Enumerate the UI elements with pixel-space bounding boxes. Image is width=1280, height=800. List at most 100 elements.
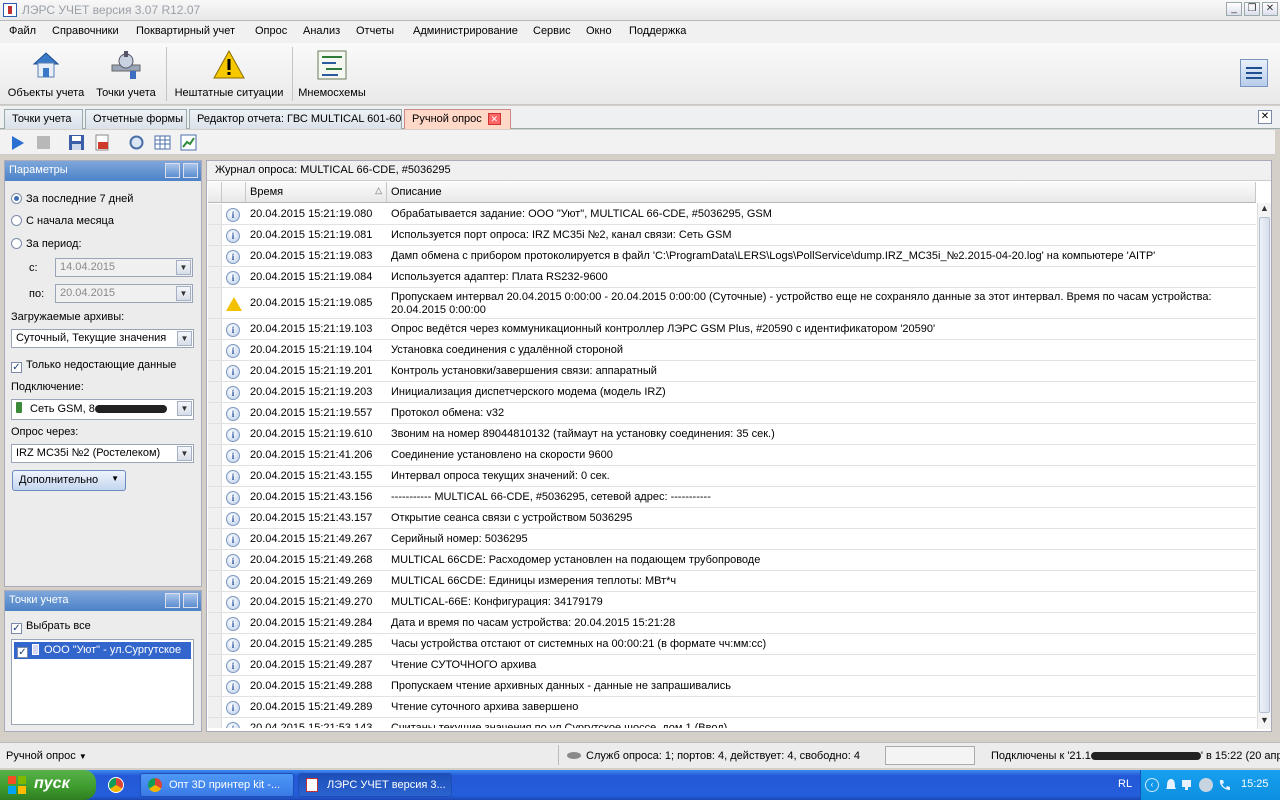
- journal-row[interactable]: i 20.04.2015 15:21:43.155 Интервал опроса …: [208, 466, 1256, 487]
- row-selector[interactable]: [208, 445, 222, 465]
- pin-icon[interactable]: [183, 163, 198, 178]
- export-icon[interactable]: [94, 134, 111, 151]
- journal-row[interactable]: i 20.04.2015 15:21:43.157 Открытие сеанса …: [208, 508, 1256, 529]
- tab-manual-poll[interactable]: Ручной опрос ✕: [404, 109, 511, 129]
- minimize-button[interactable]: _: [1226, 2, 1242, 16]
- row-selector[interactable]: [208, 424, 222, 444]
- language-indicator[interactable]: RL: [1118, 778, 1132, 790]
- journal-row[interactable]: i 20.04.2015 15:21:19.104 Установка соедин…: [208, 340, 1256, 361]
- menu-apartment[interactable]: Поквартирный учет: [136, 25, 235, 37]
- row-selector[interactable]: [208, 340, 222, 360]
- task-browser[interactable]: Опт 3D принтер kit -...: [140, 773, 294, 797]
- row-selector[interactable]: [208, 403, 222, 423]
- journal-row[interactable]: i 20.04.2015 15:21:19.557 Протокол обмена:…: [208, 403, 1256, 424]
- row-selector[interactable]: [208, 319, 222, 339]
- task-lers[interactable]: ЛЭРС УЧЕТ версия 3...: [298, 773, 452, 797]
- layout-menu-button[interactable]: [1240, 59, 1268, 87]
- journal-row[interactable]: i 20.04.2015 15:21:43.156 ----------- MULT…: [208, 487, 1256, 508]
- journal-row[interactable]: i 20.04.2015 15:21:49.268 MULTICAL 66CDE: …: [208, 550, 1256, 571]
- row-selector[interactable]: [208, 718, 222, 728]
- shield-icon[interactable]: [1199, 778, 1213, 792]
- row-selector[interactable]: [208, 655, 222, 675]
- journal-row[interactable]: i 20.04.2015 15:21:19.610 Звоним на номер …: [208, 424, 1256, 445]
- row-selector[interactable]: [208, 697, 222, 717]
- row-selector[interactable]: [208, 487, 222, 507]
- missing-only-checkbox[interactable]: ✓ Только недостающие данные: [11, 359, 176, 373]
- row-selector[interactable]: [208, 267, 222, 287]
- row-selector[interactable]: [208, 382, 222, 402]
- close-button[interactable]: ✕: [1262, 2, 1278, 16]
- tab-points[interactable]: Точки учета: [4, 109, 83, 129]
- journal-row[interactable]: i 20.04.2015 15:21:49.270 MULTICAL-66E: Ко…: [208, 592, 1256, 613]
- scroll-up-icon[interactable]: ▲: [1258, 203, 1271, 216]
- list-item[interactable]: ✓ ООО "Уют" - ул.Сургутское: [14, 642, 191, 659]
- journal-row[interactable]: i 20.04.2015 15:21:49.287 Чтение СУТОЧНОГО…: [208, 655, 1256, 676]
- points-button[interactable]: Точки учета: [92, 47, 160, 99]
- menu-references[interactable]: Справочники: [52, 25, 119, 37]
- row-selector[interactable]: [208, 529, 222, 549]
- close-document-icon[interactable]: ✕: [1258, 110, 1272, 124]
- restore-button[interactable]: ❐: [1244, 2, 1260, 16]
- refresh-icon[interactable]: [128, 134, 145, 151]
- start-button[interactable]: пуск: [0, 770, 96, 800]
- journal-row[interactable]: i 20.04.2015 15:21:19.103 Опрос ведётся че…: [208, 319, 1256, 340]
- row-selector[interactable]: [208, 246, 222, 266]
- menu-poll[interactable]: Опрос: [255, 25, 287, 37]
- pin-icon[interactable]: [183, 593, 198, 608]
- journal-row[interactable]: i 20.04.2015 15:21:49.288 Пропускаем чтени…: [208, 676, 1256, 697]
- menu-window[interactable]: Окно: [586, 25, 612, 37]
- scroll-down-icon[interactable]: ▼: [1258, 715, 1271, 728]
- menu-analysis[interactable]: Анализ: [303, 25, 340, 37]
- via-select[interactable]: IRZ MC35i №2 (Ростелеком) ▼: [11, 444, 194, 463]
- row-selector[interactable]: [208, 613, 222, 633]
- network-icon[interactable]: [1181, 778, 1195, 792]
- row-selector[interactable]: [208, 592, 222, 612]
- row-selector[interactable]: [208, 225, 222, 245]
- journal-row[interactable]: i 20.04.2015 15:21:41.206 Соединение устан…: [208, 445, 1256, 466]
- more-button[interactable]: Дополнительно ▼: [12, 470, 126, 491]
- to-date-input[interactable]: 20.04.2015 ▼: [55, 284, 193, 303]
- panel-maximize-icon[interactable]: [165, 163, 180, 178]
- row-selector[interactable]: [208, 466, 222, 486]
- row-selector[interactable]: [208, 361, 222, 381]
- select-all-checkbox[interactable]: ✓ Выбрать все: [11, 620, 91, 634]
- chart-icon[interactable]: [180, 134, 197, 151]
- row-selector[interactable]: [208, 634, 222, 654]
- row-selector[interactable]: [208, 676, 222, 696]
- bell-icon[interactable]: [1165, 778, 1177, 792]
- journal-row[interactable]: i 20.04.2015 15:21:19.201 Контроль установ…: [208, 361, 1256, 382]
- chrome-icon[interactable]: [108, 777, 124, 793]
- row-selector[interactable]: [208, 204, 222, 224]
- schemes-button[interactable]: Мнемосхемы: [296, 47, 368, 99]
- play-icon[interactable]: [9, 134, 26, 151]
- stop-icon[interactable]: [35, 134, 52, 151]
- journal-row[interactable]: i 20.04.2015 15:21:53.143 Считаны текущие …: [208, 718, 1256, 728]
- menu-reports[interactable]: Отчеты: [356, 25, 394, 37]
- tab-report-forms[interactable]: Отчетные формы: [85, 109, 187, 129]
- mode-dropdown[interactable]: Ручной опрос ▼: [6, 750, 87, 762]
- archives-select[interactable]: Суточный, Текущие значения ▼: [11, 329, 194, 348]
- row-selector[interactable]: [208, 571, 222, 591]
- journal-row[interactable]: i 20.04.2015 15:21:19.203 Инициализация ди…: [208, 382, 1256, 403]
- radio-month[interactable]: С начала месяца: [11, 215, 114, 227]
- tab-report-editor[interactable]: Редактор отчета: ГВС MULTICAL 601-60: [189, 109, 402, 129]
- phone-icon[interactable]: [1217, 778, 1231, 792]
- panel-maximize-icon[interactable]: [165, 593, 180, 608]
- radio-last7[interactable]: За последние 7 дней: [11, 193, 133, 205]
- menu-service[interactable]: Сервис: [533, 25, 571, 37]
- vertical-scrollbar[interactable]: ▲ ▼: [1257, 203, 1271, 729]
- description-column-header[interactable]: Описание: [387, 182, 1256, 203]
- journal-row[interactable]: i 20.04.2015 15:21:19.084 Используется ада…: [208, 267, 1256, 288]
- journal-row[interactable]: i 20.04.2015 15:21:49.284 Дата и время по …: [208, 613, 1256, 634]
- alerts-button[interactable]: Нештатные ситуации: [171, 47, 287, 99]
- journal-row[interactable]: i 20.04.2015 15:21:49.289 Чтение суточного…: [208, 697, 1256, 718]
- menu-support[interactable]: Поддержка: [629, 25, 686, 37]
- journal-row[interactable]: i 20.04.2015 15:21:49.267 Серийный номер: …: [208, 529, 1256, 550]
- journal-row[interactable]: i 20.04.2015 15:21:49.269 MULTICAL 66CDE: …: [208, 571, 1256, 592]
- scroll-thumb[interactable]: [1259, 217, 1270, 713]
- menu-admin[interactable]: Администрирование: [413, 25, 518, 37]
- time-column-header[interactable]: Время △: [246, 182, 387, 203]
- from-date-input[interactable]: 14.04.2015 ▼: [55, 258, 193, 277]
- journal-row[interactable]: i 20.04.2015 15:21:19.081 Используется пор…: [208, 225, 1256, 246]
- radio-period[interactable]: За период:: [11, 238, 82, 250]
